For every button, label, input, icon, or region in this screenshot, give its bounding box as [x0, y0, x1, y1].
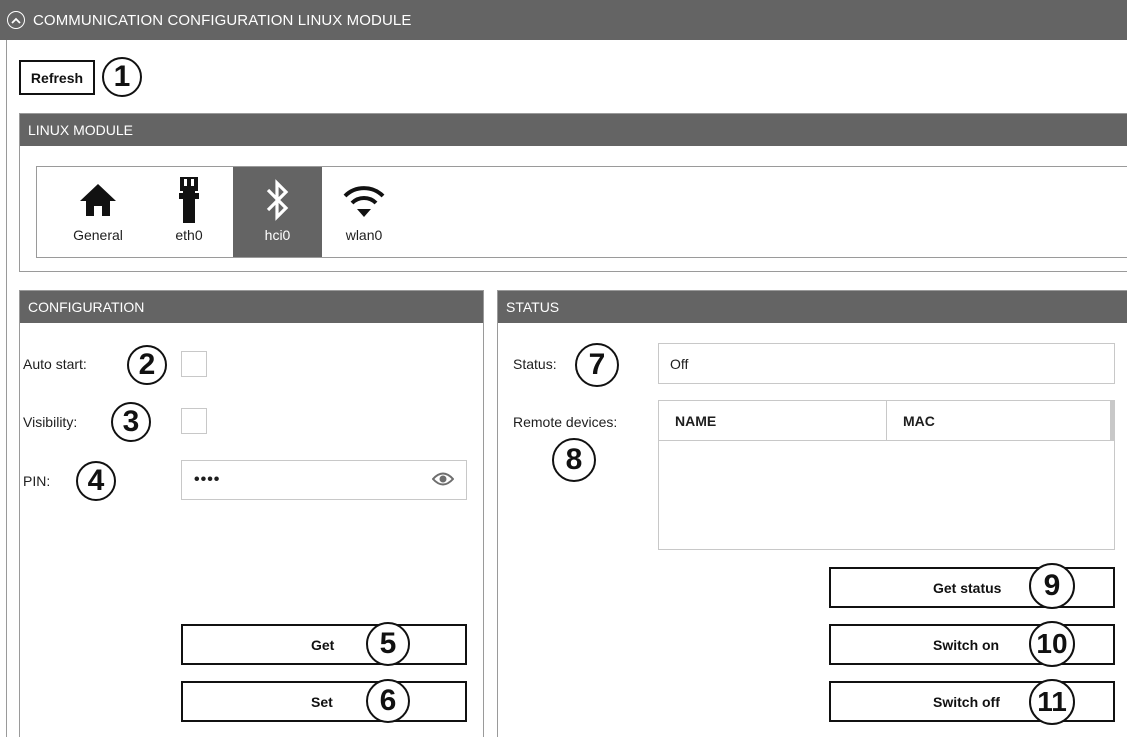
- status-value-field: Off: [658, 343, 1115, 384]
- table-header-row: NAME MAC: [659, 401, 1114, 441]
- header-scroll-gutter: [1110, 401, 1114, 440]
- remote-devices-label: Remote devices:: [513, 414, 618, 430]
- tab-wlan0[interactable]: wlan0: [322, 167, 406, 257]
- eye-icon[interactable]: [431, 471, 455, 490]
- callout-2: 2: [127, 345, 167, 385]
- callout-4: 4: [76, 461, 116, 501]
- module-tab-strip: General eth0 hci0 wlan0: [36, 166, 1127, 258]
- tab-label: wlan0: [345, 227, 383, 243]
- tab-hci0[interactable]: hci0: [233, 167, 322, 257]
- configuration-panel: CONFIGURATION: [19, 290, 484, 737]
- visibility-checkbox[interactable]: [181, 408, 207, 434]
- section-title: COMMUNICATION CONFIGURATION LINUX MODULE: [33, 11, 412, 29]
- pin-input[interactable]: ••••: [181, 460, 467, 500]
- callout-3: 3: [111, 402, 151, 442]
- set-button[interactable]: Set: [181, 681, 467, 722]
- auto-start-checkbox[interactable]: [181, 351, 207, 377]
- column-header-name[interactable]: NAME: [659, 401, 886, 440]
- callout-11: 11: [1029, 679, 1075, 725]
- status-label: Status:: [513, 356, 557, 372]
- home-icon: [78, 177, 118, 223]
- refresh-button[interactable]: Refresh: [19, 60, 95, 95]
- tab-eth0[interactable]: eth0: [145, 167, 233, 257]
- callout-10: 10: [1029, 621, 1075, 667]
- pin-value: ••••: [194, 471, 221, 488]
- bluetooth-icon: [264, 177, 292, 223]
- chevron-up-circle-icon[interactable]: [7, 11, 25, 29]
- get-status-button-label: Get status: [933, 579, 1002, 596]
- get-button[interactable]: Get: [181, 624, 467, 665]
- callout-5: 5: [366, 622, 410, 666]
- switch-on-button-label: Switch on: [933, 636, 1000, 653]
- tab-general[interactable]: General: [51, 167, 145, 257]
- callout-8: 8: [552, 438, 596, 482]
- linux-module-panel: LINUX MODULE General eth0 hci0 wlan0: [19, 113, 1127, 272]
- ethernet-plug-icon: [178, 177, 200, 223]
- callout-9: 9: [1029, 563, 1075, 609]
- left-divider: [6, 40, 7, 737]
- pin-label: PIN:: [23, 473, 51, 489]
- auto-start-label: Auto start:: [23, 356, 87, 372]
- visibility-label: Visibility:: [23, 414, 78, 430]
- remote-devices-table[interactable]: NAME MAC: [658, 400, 1115, 550]
- status-title: STATUS: [498, 291, 1127, 323]
- callout-1: 1: [102, 57, 142, 97]
- callout-7: 7: [575, 343, 619, 387]
- configuration-title: CONFIGURATION: [20, 291, 483, 323]
- tab-label: hci0: [264, 227, 291, 243]
- section-header[interactable]: COMMUNICATION CONFIGURATION LINUX MODULE: [0, 0, 1127, 40]
- tab-label: General: [73, 227, 123, 243]
- column-header-mac[interactable]: MAC: [886, 401, 1110, 440]
- switch-off-button-label: Switch off: [933, 693, 1000, 710]
- callout-6: 6: [366, 679, 410, 723]
- wifi-icon: [342, 177, 386, 223]
- linux-module-title: LINUX MODULE: [20, 114, 1127, 146]
- get-button-label: Get: [311, 636, 335, 653]
- set-button-label: Set: [311, 693, 333, 710]
- tab-label: eth0: [175, 227, 203, 243]
